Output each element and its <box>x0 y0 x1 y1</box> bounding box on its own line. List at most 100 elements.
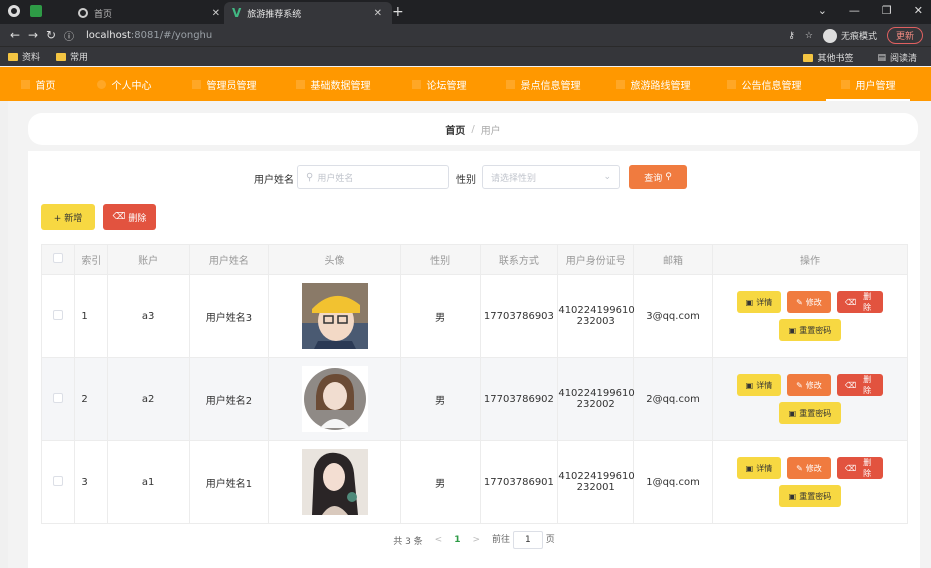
incognito-indicator[interactable]: 无痕模式 <box>822 28 877 43</box>
next-page-button[interactable]: > <box>472 535 480 545</box>
close-window-icon[interactable]: ✕ <box>914 4 923 17</box>
close-icon[interactable]: ✕ <box>212 8 220 19</box>
gender-select[interactable]: 请选择性别 ⌄ <box>482 165 620 189</box>
delete-button[interactable]: ⌫ 删除 <box>836 374 883 396</box>
bookmark-folder[interactable]: 常用 <box>56 50 88 63</box>
id-line: 410224199610 <box>558 388 635 399</box>
chart-icon <box>505 79 515 89</box>
id-line: 232001 <box>576 482 615 493</box>
minimize-icon[interactable]: — <box>849 4 860 17</box>
detail-button[interactable]: ▣ 详情 <box>736 457 781 479</box>
add-button[interactable]: + 新增 <box>41 204 95 230</box>
chrome-icon[interactable] <box>8 5 20 17</box>
nav-label: 基础数据管理 <box>310 80 371 92</box>
tab-home[interactable]: 首页 ✕ <box>70 2 230 24</box>
detail-button[interactable]: ▣ 详情 <box>736 291 781 313</box>
prev-page-button[interactable]: < <box>435 535 443 545</box>
search-icon: ⚲ <box>665 172 672 182</box>
gender-placeholder: 请选择性别 <box>491 173 537 184</box>
delete-button[interactable]: ⌫ 删除 <box>836 457 883 479</box>
row-actions: ▣ 详情 ✎ 修改 ⌫ 删除 ▣ 重置密码 <box>730 291 890 341</box>
breadcrumb-home[interactable]: 首页 <box>445 122 465 137</box>
cell-phone: 17703786903 <box>479 274 559 358</box>
new-tab-icon[interactable]: + <box>392 4 404 20</box>
reload-icon[interactable]: ↻ <box>42 28 60 42</box>
nav-item-profile[interactable]: 个人中心 <box>76 67 172 101</box>
bookmark-label: 其他书签 <box>817 54 854 64</box>
cell-avatar <box>268 274 401 358</box>
row-checkbox[interactable] <box>53 392 64 403</box>
avatar <box>301 366 368 432</box>
select-all-checkbox[interactable] <box>53 253 64 263</box>
reset-label: 重置密码 <box>799 325 832 335</box>
nav-item-scenic[interactable]: 景点信息管理 <box>488 67 598 101</box>
trash-icon: ⌫ <box>112 212 126 222</box>
query-button[interactable]: 查询 ⚲ <box>629 165 687 189</box>
restore-icon[interactable]: ❐ <box>882 4 892 17</box>
cell-email: 3@qq.com <box>633 274 713 358</box>
edit-button[interactable]: ✎ 修改 <box>786 457 831 479</box>
main-card: 用户姓名 ⚲ 用户姓名 性别 请选择性别 ⌄ 查询⚲ + 新增 ⌫删除 索引 <box>28 151 920 568</box>
nav-item-basedata[interactable]: 基础数据管理 <box>276 67 390 101</box>
goto-page-input[interactable]: 1 <box>512 531 543 549</box>
cell-gender: 男 <box>399 357 481 441</box>
reset-password-button[interactable]: ▣ 重置密码 <box>778 485 841 507</box>
reset-password-button[interactable]: ▣ 重置密码 <box>778 402 841 424</box>
cell-actions: ▣ 详情 ✎ 修改 ⌫ 删除 ▣ 重置密码 <box>711 440 909 524</box>
cell-gender: 男 <box>399 440 481 524</box>
edit-label: 修改 <box>805 297 822 307</box>
back-icon[interactable]: ← <box>6 28 24 42</box>
doc-icon: ▣ <box>788 325 797 335</box>
forward-icon[interactable]: → <box>24 28 42 42</box>
key-icon[interactable]: ⚷ <box>788 31 795 41</box>
select-all-header <box>40 244 76 275</box>
page-number[interactable]: 1 <box>454 535 460 545</box>
row-select-cell <box>40 357 76 441</box>
id-line: 232003 <box>576 316 615 327</box>
tab-group-icon[interactable] <box>30 5 42 17</box>
page-unit-label: 页 <box>545 535 555 545</box>
nav-label: 首页 <box>35 80 56 92</box>
star-icon[interactable]: ☆ <box>805 31 813 41</box>
content-area: 首页 / 用户 用户姓名 ⚲ 用户姓名 性别 请选择性别 ⌄ 查询 ⚲ + 新增 … <box>8 101 931 568</box>
url-field[interactable]: localhost:8081/#/yonghu <box>86 30 212 41</box>
update-button[interactable]: 更新 <box>886 27 923 44</box>
name-search-placeholder: 用户姓名 <box>317 173 354 184</box>
edit-button[interactable]: ✎ 修改 <box>786 291 831 313</box>
tab-title: 旅游推荐系统 <box>247 9 302 20</box>
reset-password-button[interactable]: ▣ 重置密码 <box>778 319 841 341</box>
reset-label: 重置密码 <box>799 491 832 501</box>
doc-icon: ▣ <box>745 463 754 473</box>
window-controls: ⌄ — ❐ ✕ <box>818 4 923 17</box>
nav-item-home[interactable]: 首页 <box>0 67 76 101</box>
other-bookmarks[interactable]: 其他书签 <box>803 51 853 64</box>
delete-button[interactable]: ⌫ 删除 <box>836 291 883 313</box>
edit-button[interactable]: ✎ 修改 <box>786 374 831 396</box>
url-path: :8081/#/yonghu <box>130 29 213 41</box>
bookmark-folder[interactable]: 资料 <box>8 50 40 63</box>
nav-item-forum[interactable]: 论坛管理 <box>390 67 488 101</box>
row-checkbox[interactable] <box>53 309 64 320</box>
row-checkbox[interactable] <box>53 475 64 486</box>
close-icon[interactable]: ✕ <box>374 8 382 19</box>
chevron-down-icon[interactable]: ⌄ <box>818 4 827 17</box>
cell-account: a2 <box>106 357 190 441</box>
batch-delete-button[interactable]: ⌫ 删除 <box>103 204 156 230</box>
name-search-label: 用户姓名 <box>254 175 294 186</box>
bookmark-label: 常用 <box>70 53 89 63</box>
cell-actions: ▣ 详情 ✎ 修改 ⌫ 删除 ▣ 重置密码 <box>711 357 909 441</box>
user-icon <box>96 79 106 89</box>
reading-list[interactable]: ▤ 阅读清 <box>877 51 917 65</box>
detail-button[interactable]: ▣ 详情 <box>736 374 781 396</box>
nav-label: 旅游路线管理 <box>630 80 691 92</box>
nav-item-users[interactable]: 用户管理 <box>820 67 916 101</box>
cell-name: 用户姓名3 <box>188 274 270 358</box>
nav-label: 公告信息管理 <box>741 80 802 92</box>
nav-item-route[interactable]: 旅游路线管理 <box>598 67 708 101</box>
tab-travel-system[interactable]: V 旅游推荐系统 ✕ <box>224 2 392 24</box>
info-icon[interactable]: ⓘ <box>60 28 78 43</box>
nav-item-admin[interactable]: 管理员管理 <box>172 67 276 101</box>
name-search-input[interactable]: ⚲ 用户姓名 <box>297 165 449 189</box>
cell-actions: ▣ 详情 ✎ 修改 ⌫ 删除 ▣ 重置密码 <box>711 274 909 358</box>
nav-item-notice[interactable]: 公告信息管理 <box>708 67 820 101</box>
